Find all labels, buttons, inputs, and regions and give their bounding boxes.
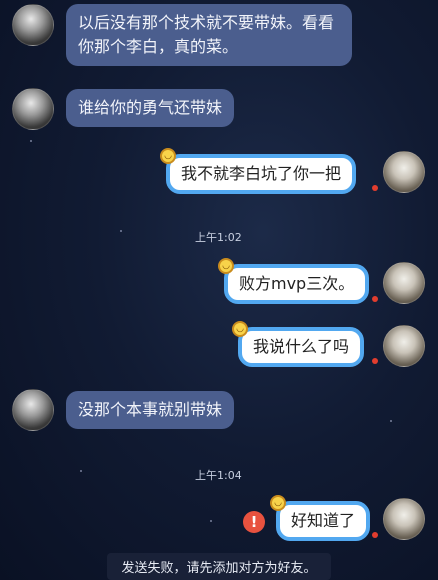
timestamp: 上午1:04 [195, 469, 242, 482]
my-avatar[interactable] [383, 151, 425, 193]
message-text: 好知道了 [291, 511, 356, 530]
status-dot-icon [372, 358, 378, 364]
message-text: 败方mvp三次。 [239, 274, 355, 293]
status-dot-icon [372, 296, 378, 302]
my-avatar[interactable] [383, 262, 425, 304]
send-failed-icon[interactable]: ! [243, 511, 265, 533]
system-notice: 发送失败，请先添加对方为好友。 [0, 553, 438, 580]
bubble-emoji-icon: ◡ [232, 321, 248, 337]
bubble-emoji-icon: ◡ [160, 148, 176, 164]
outgoing-message-bubble[interactable]: 我不就李白坑了你一把 [166, 154, 357, 194]
contact-avatar[interactable] [12, 389, 54, 431]
contact-avatar[interactable] [12, 4, 54, 46]
starfield-background [0, 0, 438, 580]
outgoing-message-bubble[interactable]: 好知道了 [276, 501, 371, 541]
incoming-message-bubble[interactable]: 以后没有那个技术就不要带妹。看看你那个李白，真的菜。 [66, 4, 352, 66]
incoming-message-bubble[interactable]: 谁给你的勇气还带妹 [66, 89, 235, 127]
outgoing-message-bubble[interactable]: 败方mvp三次。 [224, 264, 370, 304]
status-dot-icon [372, 185, 378, 191]
notice-text: 发送失败，请先添加对方为好友。 [107, 553, 331, 580]
my-avatar[interactable] [383, 325, 425, 367]
my-avatar[interactable] [383, 498, 425, 540]
outgoing-message-bubble[interactable]: 我说什么了吗 [238, 327, 365, 367]
message-text: 没那个本事就别带妹 [78, 400, 223, 419]
timestamp: 上午1:02 [195, 231, 242, 244]
message-text: 我说什么了吗 [253, 337, 350, 356]
message-text: 以后没有那个技术就不要带妹。看看你那个李白，真的菜。 [78, 13, 335, 56]
contact-avatar[interactable] [12, 88, 54, 130]
message-text: 我不就李白坑了你一把 [181, 164, 342, 183]
bubble-emoji-icon: ◡ [218, 258, 234, 274]
message-text: 谁给你的勇气还带妹 [78, 98, 223, 117]
status-dot-icon [372, 532, 378, 538]
incoming-message-bubble[interactable]: 没那个本事就别带妹 [66, 391, 235, 429]
bubble-emoji-icon: ◡ [270, 495, 286, 511]
